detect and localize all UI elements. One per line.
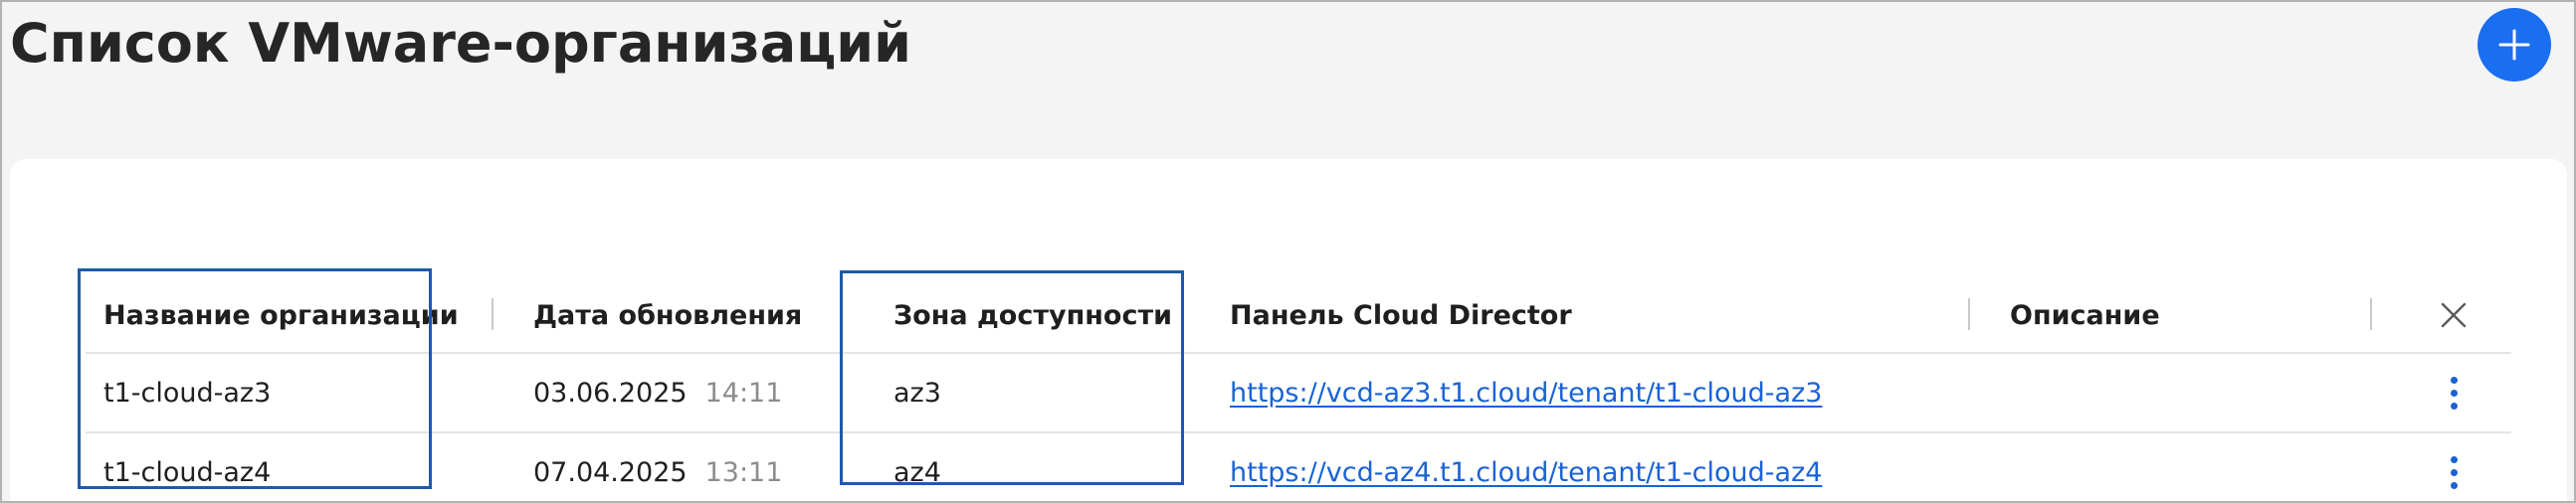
cloud-director-link[interactable]: https://vcd-az3.t1.cloud/tenant/t1-cloud… <box>1230 378 1822 409</box>
table-row[interactable]: t1-cloud-az3 03.06.2025 14:11 az3 https:… <box>86 354 2511 433</box>
availability-zone: az4 <box>893 456 941 488</box>
more-vertical-icon[interactable] <box>2441 452 2468 493</box>
row-actions <box>2414 354 2493 431</box>
app-window: Список VMware-организаций Название орган… <box>0 0 2576 503</box>
add-organization-button[interactable] <box>2477 8 2551 82</box>
organization-name: t1-cloud-az3 <box>103 377 272 409</box>
row-actions <box>2414 433 2493 501</box>
column-settings-close[interactable] <box>2414 278 2493 352</box>
column-divider[interactable] <box>2370 298 2372 330</box>
date-value: 07.04.2025 <box>533 456 688 488</box>
organization-name: t1-cloud-az4 <box>103 456 272 488</box>
column-header-panel[interactable]: Панель Cloud Director <box>1230 278 1986 352</box>
column-header-zone[interactable]: Зона доступности <box>893 278 1192 352</box>
column-divider[interactable] <box>492 298 494 330</box>
time-value: 13:11 <box>704 456 783 488</box>
cloud-director-link[interactable]: https://vcd-az4.t1.cloud/tenant/t1-cloud… <box>1230 457 1822 488</box>
description <box>2010 354 2348 431</box>
table-header-row: Название организации Дата обновления Зон… <box>86 278 2511 354</box>
column-header-description[interactable]: Описание <box>2010 278 2348 352</box>
column-divider[interactable] <box>1968 298 1970 330</box>
cloud-director-link-cell: https://vcd-az4.t1.cloud/tenant/t1-cloud… <box>1230 433 1986 501</box>
availability-zone: az3 <box>893 377 941 409</box>
close-icon[interactable] <box>2440 301 2468 329</box>
more-vertical-icon[interactable] <box>2441 373 2468 414</box>
organizations-card: Название организации Дата обновления Зон… <box>10 159 2567 501</box>
update-date: 07.04.2025 13:11 <box>533 433 852 501</box>
column-header-date[interactable]: Дата обновления <box>533 278 852 352</box>
description <box>2010 433 2348 501</box>
column-header-name[interactable]: Название организации <box>103 278 501 352</box>
date-value: 03.06.2025 <box>533 377 688 409</box>
update-date: 03.06.2025 14:11 <box>533 354 852 431</box>
table-row[interactable]: t1-cloud-az4 07.04.2025 13:11 az4 https:… <box>86 433 2511 501</box>
page-title: Список VMware-организаций <box>10 12 911 75</box>
time-value: 14:11 <box>704 377 783 409</box>
cloud-director-link-cell: https://vcd-az3.t1.cloud/tenant/t1-cloud… <box>1230 354 1986 431</box>
organizations-table: Название организации Дата обновления Зон… <box>86 278 2511 501</box>
plus-icon <box>2498 29 2530 61</box>
